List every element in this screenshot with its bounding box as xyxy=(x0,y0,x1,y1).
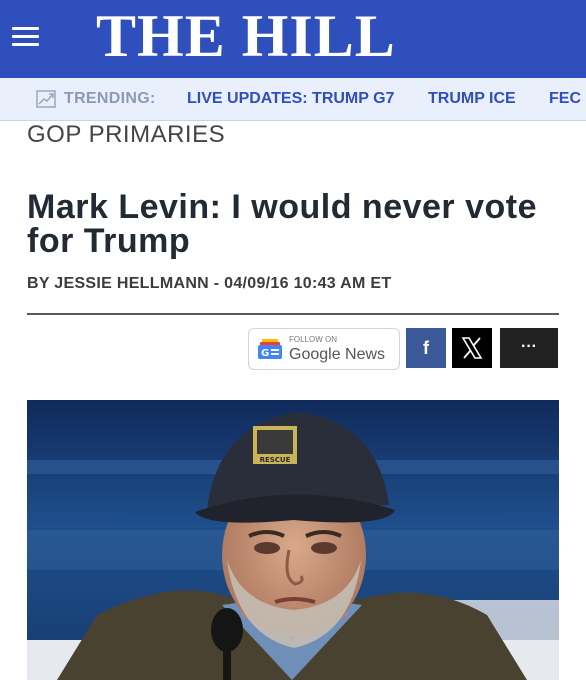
more-icon: ··· xyxy=(521,338,537,355)
site-header: THE HILL xyxy=(0,0,586,78)
facebook-icon: f xyxy=(423,338,429,358)
google-news-label: Google News xyxy=(289,346,386,363)
trending-label: TRENDING: xyxy=(64,90,156,107)
section-label[interactable]: GOP PRIMARIES xyxy=(27,121,225,149)
trending-link-trump-ice[interactable]: TRUMP ICE xyxy=(428,90,516,108)
trending-chart-icon xyxy=(36,90,56,108)
hamburger-menu-icon[interactable] xyxy=(10,22,42,52)
cap-patch-text: RESCUE xyxy=(260,456,291,464)
x-icon xyxy=(461,337,483,359)
svg-text:G: G xyxy=(261,348,269,359)
google-news-icon: G xyxy=(258,339,282,359)
google-news-follow-button[interactable]: G FOLLOW ON Google News xyxy=(248,328,400,370)
trending-link-trump-g7[interactable]: LIVE UPDATES: TRUMP G7 xyxy=(187,90,394,108)
article-title: Mark Levin: I would never vote for Trump xyxy=(27,188,538,260)
article-photo: RESCUE xyxy=(27,400,559,680)
trending-link-fec[interactable]: FEC xyxy=(549,90,581,108)
trending-bar: TRENDING: LIVE UPDATES: TRUMP G7 TRUMP I… xyxy=(0,78,586,121)
facebook-share-button[interactable]: f xyxy=(406,328,446,368)
portrait-illustration: RESCUE xyxy=(27,400,559,680)
more-share-button[interactable]: ··· xyxy=(500,328,558,368)
site-logo[interactable]: THE HILL xyxy=(96,0,496,78)
divider xyxy=(27,313,559,315)
article-byline: BY JESSIE HELLMANN - 04/09/16 10:43 AM E… xyxy=(27,275,392,292)
x-share-button[interactable] xyxy=(452,328,492,368)
google-news-follow-text: FOLLOW ON xyxy=(289,335,338,344)
